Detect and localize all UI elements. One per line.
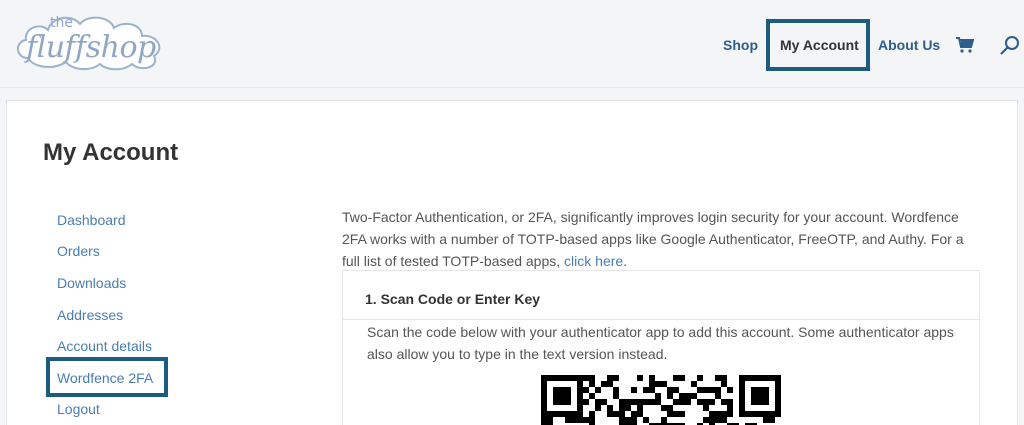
click-here-link[interactable]: click here (564, 253, 623, 269)
sidebar-item-account-details[interactable]: Account details (57, 338, 152, 354)
sidebar-item-addresses[interactable]: Addresses (57, 307, 123, 323)
panel-heading: 1. Scan Code or Enter Key (343, 271, 979, 320)
sidebar-highlight-box (46, 357, 168, 397)
qr-code (541, 375, 781, 425)
main-nav: Shop My Account About Us (0, 0, 1024, 88)
page-title: My Account (43, 139, 179, 166)
nav-highlight-box (766, 19, 870, 71)
sidebar-item-dashboard[interactable]: Dashboard (57, 212, 126, 228)
intro-paragraph: Two-Factor Authentication, or 2FA, signi… (342, 206, 982, 272)
sidebar-item-orders[interactable]: Orders (57, 243, 100, 259)
sidebar-item-logout[interactable]: Logout (57, 401, 100, 417)
intro-text: Two-Factor Authentication, or 2FA, signi… (342, 209, 964, 269)
panel-instructions: Scan the code below with your authentica… (367, 324, 954, 362)
search-icon[interactable] (999, 34, 1021, 56)
intro-end: . (623, 253, 628, 269)
scan-code-panel: 1. Scan Code or Enter Key Scan the code … (342, 270, 980, 425)
cart-icon[interactable] (956, 37, 975, 53)
sidebar-item-downloads[interactable]: Downloads (57, 275, 126, 291)
nav-shop[interactable]: Shop (723, 37, 758, 53)
nav-about-us[interactable]: About Us (878, 37, 940, 53)
site-header: the fluffshop Shop My Account About Us (0, 0, 1024, 88)
